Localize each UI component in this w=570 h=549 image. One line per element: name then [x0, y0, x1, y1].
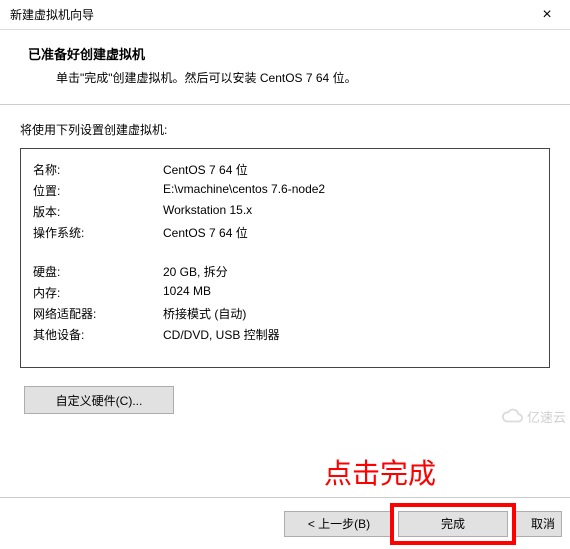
setting-label: 版本:	[33, 201, 163, 222]
setting-label: 内存:	[33, 282, 163, 303]
table-row: 位置: E:\vmachine\centos 7.6-node2	[33, 180, 537, 201]
table-spacer	[33, 243, 537, 261]
wizard-header-description: 单击"完成"创建虚拟机。然后可以安装 CentOS 7 64 位。	[28, 69, 550, 86]
setting-value: 1024 MB	[163, 282, 537, 303]
setting-value: E:\vmachine\centos 7.6-node2	[163, 180, 537, 201]
setting-value: 20 GB, 拆分	[163, 261, 537, 282]
setting-value: 桥接模式 (自动)	[163, 303, 537, 324]
setting-value: Workstation 15.x	[163, 201, 537, 222]
table-row: 其他设备: CD/DVD, USB 控制器	[33, 324, 537, 345]
setting-label: 名称:	[33, 159, 163, 180]
titlebar: 新建虚拟机向导 ×	[0, 0, 570, 30]
setting-label: 网络适配器:	[33, 303, 163, 324]
customize-hardware-button[interactable]: 自定义硬件(C)...	[24, 386, 174, 414]
window-title: 新建虚拟机向导	[10, 6, 94, 23]
settings-table: 名称: CentOS 7 64 位 位置: E:\vmachine\centos…	[33, 159, 537, 345]
wizard-header: 已准备好创建虚拟机 单击"完成"创建虚拟机。然后可以安装 CentOS 7 64…	[0, 30, 570, 105]
wizard-header-title: 已准备好创建虚拟机	[28, 44, 550, 63]
finish-button[interactable]: 完成	[398, 511, 508, 537]
table-row: 内存: 1024 MB	[33, 282, 537, 303]
setting-label: 操作系统:	[33, 222, 163, 243]
back-button[interactable]: < 上一步(B)	[284, 511, 394, 537]
setting-value: CD/DVD, USB 控制器	[163, 324, 537, 345]
table-row: 版本: Workstation 15.x	[33, 201, 537, 222]
wizard-footer: < 上一步(B) 完成 取消	[0, 497, 570, 549]
wizard-content: 将使用下列设置创建虚拟机: 名称: CentOS 7 64 位 位置: E:\v…	[0, 105, 570, 414]
setting-label: 硬盘:	[33, 261, 163, 282]
cancel-button[interactable]: 取消	[512, 511, 562, 537]
setting-label: 位置:	[33, 180, 163, 201]
setting-value: CentOS 7 64 位	[163, 159, 537, 180]
setting-label: 其他设备:	[33, 324, 163, 345]
close-icon: ×	[542, 6, 551, 24]
table-row: 操作系统: CentOS 7 64 位	[33, 222, 537, 243]
annotation-text: 点击完成	[324, 452, 436, 492]
settings-intro: 将使用下列设置创建虚拟机:	[20, 121, 550, 138]
table-row: 网络适配器: 桥接模式 (自动)	[33, 303, 537, 324]
table-row: 硬盘: 20 GB, 拆分	[33, 261, 537, 282]
setting-value: CentOS 7 64 位	[163, 222, 537, 243]
table-row: 名称: CentOS 7 64 位	[33, 159, 537, 180]
settings-summary-box: 名称: CentOS 7 64 位 位置: E:\vmachine\centos…	[20, 148, 550, 368]
close-button[interactable]: ×	[524, 0, 570, 30]
